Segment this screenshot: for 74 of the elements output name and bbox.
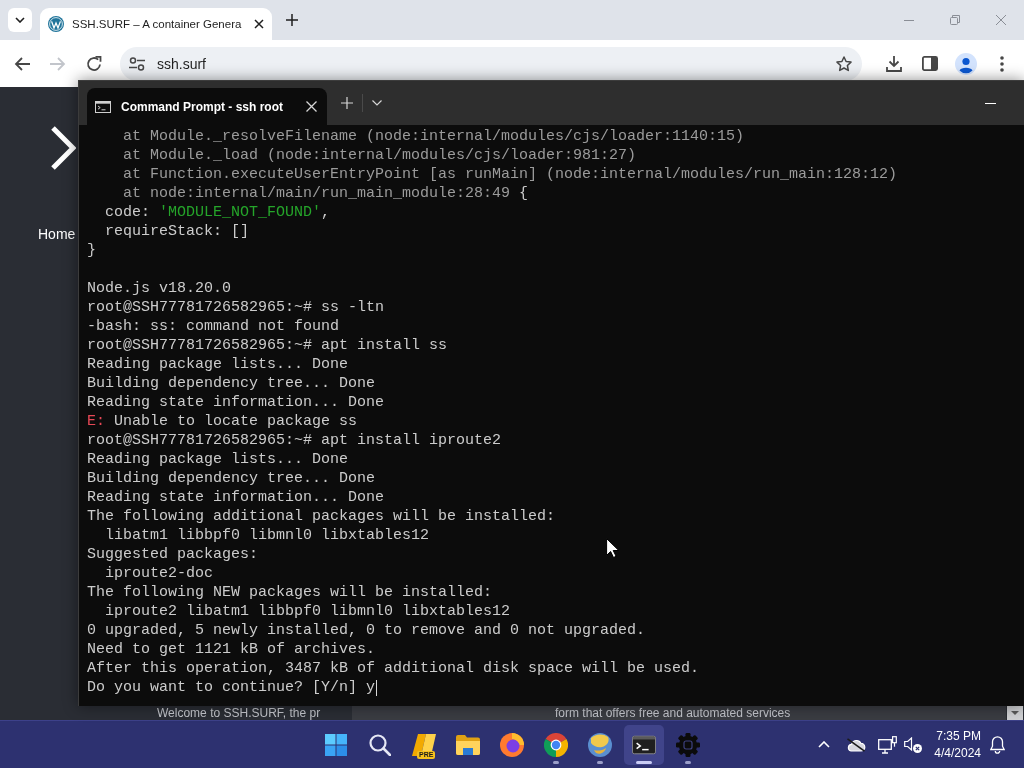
terminal-line: Node.js v18.20.0 [87,279,232,298]
bell-icon[interactable] [989,735,1005,754]
terminal-line: root@SSH77781726582965:~# ss -ltn [87,298,385,317]
mouse-pointer-icon [606,538,619,558]
plus-icon[interactable] [286,14,298,26]
terminal-line: iproute2 libatm1 libbpf0 libmnl0 libxtables12 [105,602,511,621]
terminal-line: The following additional packages will be installed: [87,507,556,526]
gear-icon [676,732,700,757]
terminal-line: Suggested packages: [87,545,259,564]
close-icon[interactable] [254,19,264,29]
reload-icon[interactable] [86,55,102,72]
welcome-text: form that offers free and automated services [555,706,791,720]
star-icon[interactable] [836,55,852,72]
tab-search-button[interactable] [8,8,32,32]
taskbar-button[interactable] [624,724,664,765]
terminal-line: at Function.executeUserEntryPoint [as runMain] (node:internal/modules/run_main:128:12) [123,165,898,184]
terminal-line: libatm1 libbpf0 libmnl0 libxtables12 [105,526,430,545]
browser-tab[interactable]: SSH.SURF – A container Genera [40,8,272,40]
terminal-line: After this operation, 3487 kB of additional disk space will be used. [87,659,700,678]
folder-icon [456,734,480,755]
menu-icon[interactable] [1000,55,1004,72]
terminal-line: } [87,241,96,260]
tune-icon[interactable] [129,56,145,71]
address-bar[interactable]: ssh.surf [120,46,862,81]
terminal-line: Reading package lists... Done [87,355,349,374]
terminal-line: Do you want to continue? [Y/n] y [87,678,376,697]
terminal-line: Building dependency tree... Done [87,374,376,393]
terminal-line: Need to get 1121 kB of archives. [87,640,376,659]
scroll-down-button[interactable] [1007,706,1023,720]
network-icon[interactable] [877,735,897,754]
browser-icon [500,732,524,757]
welcome-text: Welcome to SSH.SURF, the pr [157,706,321,720]
start-icon [325,733,347,756]
clock-time[interactable]: 7:35 PM [936,727,981,745]
restore-icon[interactable] [950,15,960,25]
volume-muted-icon[interactable] [904,736,922,753]
back-icon[interactable] [14,56,30,71]
terminal-line: root@SSH77781726582965:~# apt install ss [87,336,448,355]
browser-icon [544,732,568,757]
clock-date[interactable]: 4/4/2024 [934,744,981,762]
search-icon [369,733,391,756]
terminal-line: root@SSH77781726582965:~# apt install iproute2 [87,431,502,450]
chevron-up-icon[interactable] [818,741,830,748]
caret-down-icon[interactable] [372,100,382,106]
home-link[interactable]: Home [38,225,76,243]
terminal-line: Building dependency tree... Done [87,469,376,488]
avatar-icon[interactable] [955,52,977,75]
terminal-icon [632,734,656,755]
terminal-line: requireStack: [] [105,222,250,241]
terminal-line: at node:internal/main/run_main_module:28:49 { [123,184,529,203]
app-icon [412,733,436,756]
caret-down-icon [1011,711,1019,715]
chevron-right-icon[interactable] [50,125,76,171]
console-icon [95,100,111,113]
globe-icon [588,732,612,757]
terminal-line: Reading state information... Done [87,488,385,507]
terminal-line: 0 upgraded, 5 newly installed, 0 to remove and 0 not upgraded. [87,621,646,640]
terminal-line: code: 'MODULE_NOT_FOUND', [105,203,331,222]
terminal-line: at Module._resolveFilename (node:internal/modules/cjs/loader:1140:15) [123,127,745,146]
download-icon[interactable] [886,55,902,72]
terminal-line: Reading package lists... Done [87,450,349,469]
minimize-icon[interactable] [985,102,996,104]
terminal-line: -bash: ss: command not found [87,317,340,336]
terminal-tab[interactable]: Command Prompt - ssh root [87,88,327,125]
terminal-line: The following NEW packages will be installed: [87,583,493,602]
terminal-line: E: Unable to locate package ss [87,412,358,431]
text-cursor-icon [376,679,378,696]
cloud-off-icon[interactable] [846,737,866,752]
side-panel-icon[interactable] [922,56,938,71]
terminal-line: at Module._load (node:internal/modules/cjs/loader:981:27) [123,146,637,165]
site-favicon-icon [48,16,64,32]
terminal-line: Reading state information... Done [87,393,385,412]
terminal-line: iproute2-doc [105,564,214,583]
caret-down-icon [15,17,25,23]
